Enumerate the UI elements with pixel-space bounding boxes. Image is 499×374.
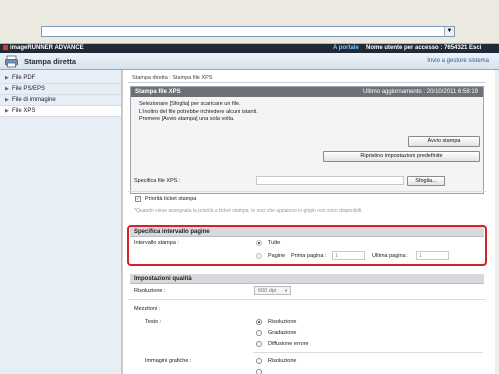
range-all-radio[interactable]	[256, 240, 262, 246]
quality-header: Impostazioni qualità	[130, 274, 484, 284]
instruction-line: L'inoltro del file potrebbe richiedere a…	[139, 108, 258, 115]
sidebar-item-label: File PDF	[12, 75, 36, 81]
chevron-down-icon[interactable]: ▼	[444, 27, 454, 36]
first-page-input[interactable]: 1	[332, 251, 365, 260]
brand-name: imageRUNNER ADVANCE	[10, 45, 84, 51]
divider	[128, 191, 486, 192]
arrow-right-icon: ▶	[5, 75, 9, 81]
graphics-resolution-radio[interactable]	[256, 358, 262, 364]
vertical-scrollbar[interactable]	[495, 70, 499, 374]
text-resolution-label: Risoluzione	[268, 319, 297, 325]
last-page-input[interactable]: 1	[416, 251, 449, 260]
sidebar-item-xps[interactable]: ▶ File XPS	[0, 106, 121, 117]
brand-bar: imageRUNNER ADVANCE A portale Nome utent…	[0, 44, 499, 53]
print-icon	[5, 55, 18, 68]
last-updated: Ultimo aggiornamento : 20/10/2011 6:58:1…	[363, 89, 478, 95]
resolution-select[interactable]: 600 dpi ▼	[254, 286, 291, 295]
graphics-label: Immagini grafiche :	[145, 358, 192, 364]
priority-label: Priorità ticket stampa	[145, 196, 197, 202]
address-dropdown[interactable]: ▼	[41, 26, 455, 37]
range-all-label: Tutte	[268, 240, 281, 246]
send-to-admin-link[interactable]: Invio a gestore sistema	[427, 58, 489, 64]
file-path-input[interactable]	[256, 176, 404, 185]
main-content: Stampa diretta : Stampa file XPS Stampa …	[123, 70, 499, 374]
print-range-label: Intervallo stampa :	[134, 240, 179, 246]
user-logout[interactable]: Nome utente per accesso : 7654321 Esci	[366, 45, 481, 51]
instruction-line: Premere [Avvio stampa] una sola volta.	[139, 116, 235, 122]
resolution-value: 600 dpi	[258, 288, 277, 294]
last-page-label: Ultima pagina :	[372, 253, 409, 259]
sidebar-item-image[interactable]: ▶ File di immagine	[0, 95, 121, 106]
priority-checkbox[interactable]: ✓	[135, 196, 141, 202]
divider	[128, 299, 486, 300]
arrow-right-icon: ▶	[5, 108, 9, 114]
arrow-right-icon: ▶	[5, 97, 9, 103]
text-gradation-label: Gradazione	[268, 330, 297, 336]
browser-frame: ▼	[0, 0, 499, 44]
arrow-right-icon: ▶	[5, 86, 9, 92]
start-print-button[interactable]: Avvio stampa	[408, 136, 480, 147]
canon-logo-icon	[3, 45, 8, 50]
text-error-diffusion-label: Diffusione errore	[268, 341, 309, 347]
text-resolution-radio[interactable]	[256, 319, 262, 325]
sidebar-item-ps-eps[interactable]: ▶ File PS/EPS	[0, 84, 121, 95]
text-error-diffusion-radio[interactable]	[256, 341, 262, 347]
breadcrumb: Stampa diretta : Stampa file XPS	[132, 75, 213, 81]
priority-note: *Quando viene assegnata la priorità a ti…	[134, 208, 363, 214]
sidebar: ▶ File PDF ▶ File PS/EPS ▶ File di immagine…	[0, 70, 122, 374]
text-gradation-radio[interactable]	[256, 330, 262, 336]
graphics-resolution-label: Risoluzione	[268, 358, 297, 364]
browse-button[interactable]: Sfoglia...	[407, 176, 445, 186]
range-pages-radio[interactable]	[256, 253, 262, 259]
restore-defaults-button[interactable]: Ripristino impostazioni predefinite	[323, 151, 480, 162]
range-pages-label: Pagine	[268, 253, 286, 259]
panel-header: Stampa file XPS Ultimo aggiornamento : 2…	[131, 87, 483, 97]
divider	[128, 82, 486, 83]
sidebar-item-label: File XPS	[12, 108, 36, 114]
panel-title: Stampa file XPS	[135, 89, 181, 95]
divider	[253, 352, 483, 353]
portal-link[interactable]: A portale	[333, 45, 359, 51]
panel-instructions: Selezionare [Sfoglia] per scaricare un f…	[139, 101, 258, 124]
title-bar: Stampa diretta Invio a gestore sistema	[0, 53, 499, 70]
sidebar-item-pdf[interactable]: ▶ File PDF	[0, 73, 121, 84]
graphics-option-radio[interactable]	[256, 369, 262, 374]
sidebar-item-label: File di immagine	[12, 97, 56, 103]
file-label: Specifica file XPS :	[134, 178, 181, 184]
halftone-label: Mezzitoni :	[134, 306, 161, 312]
resolution-label: Risoluzione :	[134, 288, 166, 294]
sidebar-item-label: File PS/EPS	[12, 86, 46, 92]
instruction-line: Selezionare [Sfoglia] per scaricare un f…	[139, 101, 241, 107]
first-page-label: Prima pagina :	[291, 253, 327, 259]
chevron-down-icon: ▼	[284, 288, 288, 293]
text-label: Testo :	[145, 319, 162, 325]
brand-logo: imageRUNNER ADVANCE	[3, 45, 84, 51]
page-title: Stampa diretta	[24, 57, 77, 66]
